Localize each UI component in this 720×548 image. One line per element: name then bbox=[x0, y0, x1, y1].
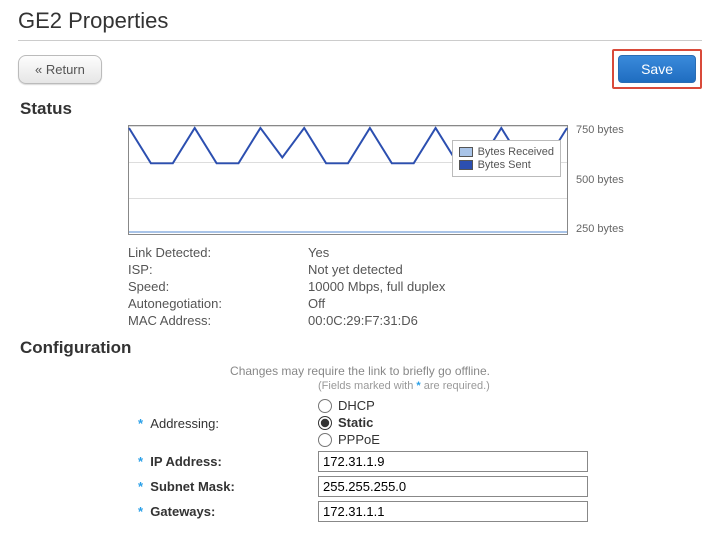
subnet-mask-label-text: Subnet Mask: bbox=[150, 479, 235, 494]
radio-dhcp[interactable] bbox=[318, 399, 332, 413]
legend-bytes-sent: Bytes Sent bbox=[459, 159, 554, 171]
radio-row-static: Static bbox=[318, 415, 702, 430]
legend-label-bytes-sent: Bytes Sent bbox=[478, 159, 531, 171]
status-chart-block: Bytes Received Bytes Sent 750 bytes 500 … bbox=[128, 125, 702, 328]
divider bbox=[18, 40, 702, 41]
chart-legend: Bytes Received Bytes Sent bbox=[452, 140, 561, 177]
radio-pppoe[interactable] bbox=[318, 433, 332, 447]
return-button[interactable]: « Return bbox=[18, 55, 102, 84]
status-value-mac: 00:0C:29:F7:31:D6 bbox=[308, 313, 702, 328]
legend-bytes-received: Bytes Received bbox=[459, 146, 554, 158]
required-note-pre: (Fields marked with bbox=[318, 380, 416, 392]
radio-row-pppoe: PPPoE bbox=[318, 432, 702, 447]
save-button[interactable]: Save bbox=[618, 55, 696, 83]
required-note-post: are required.) bbox=[424, 380, 490, 392]
ip-address-label-text: IP Address: bbox=[150, 454, 222, 469]
traffic-chart: Bytes Received Bytes Sent bbox=[128, 125, 568, 235]
status-label-mac: MAC Address: bbox=[128, 313, 308, 328]
status-value-isp: Not yet detected bbox=[308, 262, 702, 277]
status-value-link-detected: Yes bbox=[308, 245, 702, 260]
asterisk-icon: * bbox=[138, 416, 143, 431]
radio-row-dhcp: DHCP bbox=[318, 398, 702, 413]
subnet-mask-input[interactable] bbox=[318, 476, 588, 497]
status-row-autoneg: Autonegotiation: Off bbox=[128, 296, 702, 311]
top-toolbar: « Return Save bbox=[18, 49, 702, 89]
form-label-addressing: * Addressing: bbox=[18, 398, 318, 431]
required-fields-note: (Fields marked with * are required.) bbox=[318, 380, 702, 392]
asterisk-icon: * bbox=[138, 479, 143, 494]
status-label-isp: ISP: bbox=[128, 262, 308, 277]
status-label-link-detected: Link Detected: bbox=[128, 245, 308, 260]
radio-label-dhcp[interactable]: DHCP bbox=[338, 398, 375, 413]
save-highlight-box: Save bbox=[612, 49, 702, 89]
addressing-label-text: Addressing: bbox=[150, 416, 219, 431]
gateways-label-text: Gateways: bbox=[150, 504, 215, 519]
configuration-heading: Configuration bbox=[20, 338, 702, 358]
status-row-link-detected: Link Detected: Yes bbox=[128, 245, 702, 260]
gateways-input[interactable] bbox=[318, 501, 588, 522]
swatch-bytes-received bbox=[459, 147, 473, 157]
chart-y-axis-labels: 750 bytes 500 bytes 250 bytes bbox=[576, 125, 624, 235]
form-row-ip-address: * IP Address: bbox=[18, 451, 702, 472]
ip-address-input[interactable] bbox=[318, 451, 588, 472]
status-label-autoneg: Autonegotiation: bbox=[128, 296, 308, 311]
swatch-bytes-sent bbox=[459, 160, 473, 170]
config-changes-note: Changes may require the link to briefly … bbox=[18, 364, 702, 378]
status-label-speed: Speed: bbox=[128, 279, 308, 294]
status-value-speed: 10000 Mbps, full duplex bbox=[308, 279, 702, 294]
form-row-addressing: * Addressing: DHCP Static PPPoE bbox=[18, 398, 702, 447]
status-heading: Status bbox=[20, 99, 702, 119]
form-label-ip-address: * IP Address: bbox=[18, 454, 318, 469]
asterisk-icon: * bbox=[138, 504, 143, 519]
asterisk-icon: * bbox=[138, 454, 143, 469]
radio-label-pppoe[interactable]: PPPoE bbox=[338, 432, 380, 447]
ylabel-500: 500 bytes bbox=[576, 175, 624, 186]
form-label-gateways: * Gateways: bbox=[18, 504, 318, 519]
asterisk-icon: * bbox=[416, 380, 420, 392]
status-row-isp: ISP: Not yet detected bbox=[128, 262, 702, 277]
form-label-subnet-mask: * Subnet Mask: bbox=[18, 479, 318, 494]
radio-static[interactable] bbox=[318, 416, 332, 430]
legend-label-bytes-received: Bytes Received bbox=[478, 146, 554, 158]
status-row-speed: Speed: 10000 Mbps, full duplex bbox=[128, 279, 702, 294]
page-title: GE2 Properties bbox=[18, 8, 702, 34]
status-row-mac: MAC Address: 00:0C:29:F7:31:D6 bbox=[128, 313, 702, 328]
form-row-subnet-mask: * Subnet Mask: bbox=[18, 476, 702, 497]
status-value-autoneg: Off bbox=[308, 296, 702, 311]
addressing-radio-group: DHCP Static PPPoE bbox=[318, 398, 702, 447]
ylabel-750: 750 bytes bbox=[576, 125, 624, 136]
ylabel-250: 250 bytes bbox=[576, 224, 624, 235]
status-details: Link Detected: Yes ISP: Not yet detected… bbox=[128, 245, 702, 328]
form-row-gateways: * Gateways: bbox=[18, 501, 702, 522]
radio-label-static[interactable]: Static bbox=[338, 415, 373, 430]
